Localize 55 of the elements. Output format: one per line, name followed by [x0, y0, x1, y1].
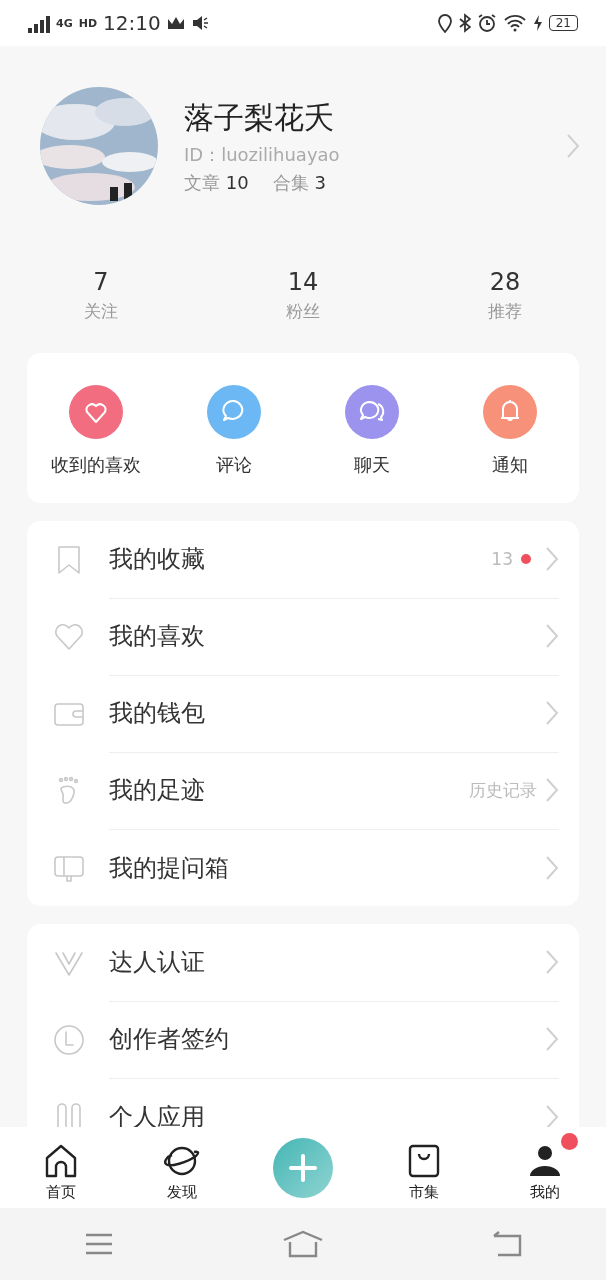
home-button[interactable]	[282, 1230, 324, 1258]
menu-item[interactable]: 我的钱包	[109, 697, 545, 729]
tab-item[interactable]: 发现	[121, 1133, 243, 1202]
menu-button[interactable]	[84, 1232, 114, 1256]
wifi-icon	[502, 14, 527, 32]
chevron-right-icon	[545, 623, 559, 649]
network-type: 4G	[56, 16, 73, 30]
chevron-right-icon	[545, 1103, 559, 1127]
menu-item[interactable]: 我的提问箱	[109, 851, 545, 884]
plus-icon	[288, 1152, 318, 1183]
speaker-icon	[190, 14, 209, 32]
menu-item-detail: 历史记录	[469, 778, 537, 802]
stat-label: 关注	[84, 300, 118, 323]
chevron-right-icon	[545, 1026, 559, 1052]
tab-item[interactable]: 我的	[484, 1133, 606, 1202]
stat-label: 推荐	[488, 300, 522, 323]
stat-count: 7	[93, 268, 109, 296]
user-name: 落子梨花夭	[184, 98, 335, 137]
menu-item-detail: 13	[491, 549, 513, 569]
collections-count: 合集 3	[272, 170, 326, 195]
menu-item[interactable]: 达人认证	[109, 946, 545, 978]
chevron-right-icon	[566, 133, 580, 159]
chevron-right-icon	[545, 700, 559, 726]
menu-item[interactable]: 创作者签约	[109, 1023, 545, 1055]
stat-count: 28	[489, 268, 521, 296]
crown-icon	[166, 15, 185, 31]
chat-bubbles-icon	[345, 385, 399, 439]
shortcut-button[interactable]: 收到的喜欢	[27, 385, 165, 477]
clock-icon	[53, 1023, 85, 1056]
chevron-right-icon	[545, 854, 559, 881]
chevron-right-icon	[545, 777, 559, 803]
chevron-right-icon	[545, 949, 559, 975]
stat-count: 14	[287, 268, 319, 296]
back-button[interactable]	[492, 1231, 522, 1257]
tab-item[interactable]: 首页	[0, 1133, 122, 1202]
charging-icon	[532, 14, 543, 32]
location-icon	[436, 13, 453, 33]
comment-icon	[207, 385, 261, 439]
clock-time: 12:10	[103, 11, 161, 35]
bluetooth-icon	[458, 13, 471, 33]
stat-label: 粉丝	[286, 300, 320, 323]
battery-level: 21	[548, 15, 578, 31]
tab-item[interactable]: 市集	[363, 1133, 485, 1202]
chevron-right-icon	[545, 546, 559, 572]
bell-icon	[483, 385, 537, 439]
menu-item[interactable]: 我的足迹	[109, 774, 469, 806]
alarm-icon	[476, 13, 497, 33]
hd-label: HD	[78, 16, 98, 30]
menu-item[interactable]: 我的收藏	[109, 543, 492, 575]
user-id: ID：luozilihuayao	[184, 142, 341, 167]
articles-count: 文章 10	[184, 170, 249, 195]
shortcut-button[interactable]: 聊天	[303, 385, 441, 477]
shortcut-button[interactable]: 评论	[165, 385, 303, 477]
shortcut-button[interactable]: 通知	[441, 385, 579, 477]
menu-item[interactable]: 我的喜欢	[109, 620, 545, 652]
